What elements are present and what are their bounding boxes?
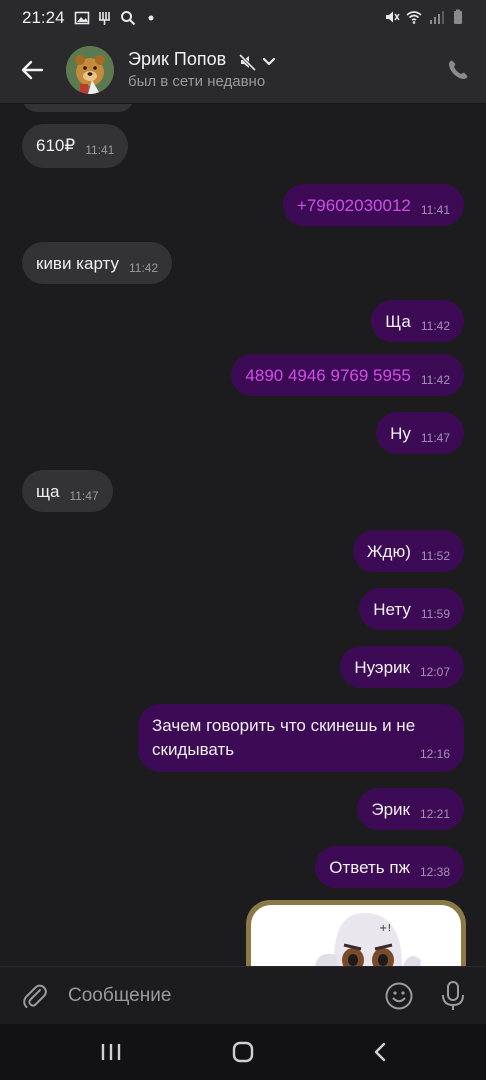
search-icon xyxy=(121,11,136,26)
microphone-icon[interactable] xyxy=(440,980,466,1012)
contact-status: был в сети недавно xyxy=(128,73,266,90)
message-time: 11:52 xyxy=(420,549,450,563)
message-text: Эрик xyxy=(371,800,410,819)
message-text: Ждю) xyxy=(366,542,411,561)
emoji-icon[interactable] xyxy=(384,981,414,1011)
message-outgoing[interactable]: 4890 4946 9769 5955 11:42 xyxy=(231,354,464,396)
message-bubble-partial xyxy=(22,104,134,112)
message-outgoing[interactable]: Зачем говорить что скинешь и не скидыват… xyxy=(138,704,464,772)
status-time: 21:24 xyxy=(22,8,65,27)
avatar[interactable] xyxy=(66,46,114,94)
message-phone-link[interactable]: 4890 4946 9769 5955 xyxy=(245,366,410,385)
message-time: 11:59 xyxy=(420,607,450,621)
message-time: 11:42 xyxy=(129,261,159,275)
mute-icon xyxy=(386,11,400,23)
message-outgoing[interactable]: Ждю) 11:52 xyxy=(352,530,464,572)
svg-text:+!: +! xyxy=(379,923,391,934)
recent-apps-icon[interactable] xyxy=(96,1038,126,1066)
dot-icon xyxy=(148,15,154,21)
message-time: 12:21 xyxy=(419,807,450,821)
message-text: Ответь пж xyxy=(329,858,410,877)
battery-icon xyxy=(454,9,462,24)
wifi-icon xyxy=(406,11,422,24)
system-nav-bar xyxy=(0,1024,486,1080)
message-list[interactable]: 610₽ 11:41 +79602030012 11:41 киви карту 11… xyxy=(0,104,486,966)
message-input[interactable] xyxy=(68,981,358,1011)
message-outgoing[interactable]: Эрик 12:21 xyxy=(357,788,464,830)
home-icon[interactable] xyxy=(228,1038,258,1066)
message-incoming[interactable]: 610₽ 11:41 xyxy=(22,124,129,168)
contact-name[interactable]: Эрик Попов xyxy=(128,49,226,70)
message-composer xyxy=(0,966,486,1024)
message-outgoing[interactable]: Нету 11:59 xyxy=(359,588,464,630)
tuning-fork-icon xyxy=(99,12,110,25)
sticker-image: +! xyxy=(315,912,421,966)
phone-call-icon[interactable] xyxy=(446,58,470,82)
message-outgoing[interactable]: Ща 11:42 xyxy=(371,300,464,342)
screen: 21:24 Эрик Попов был в сети недавно 610₽… xyxy=(0,0,486,1080)
message-text: 610₽ xyxy=(36,136,76,155)
message-text: ща xyxy=(36,482,60,501)
message-time: 11:41 xyxy=(420,203,450,217)
message-text: Зачем говорить что скинешь и не скидыват… xyxy=(152,716,416,759)
message-text: Ну xyxy=(390,424,411,443)
message-text: Нету xyxy=(373,600,411,619)
avatar-bear-icon xyxy=(66,46,114,94)
paperclip-icon[interactable] xyxy=(20,981,48,1009)
message-outgoing[interactable]: Нуэрик 12:07 xyxy=(340,646,464,688)
muted-icon xyxy=(239,53,257,71)
chat-header: Эрик Попов был в сети недавно xyxy=(0,34,486,104)
message-incoming[interactable]: ща 11:47 xyxy=(22,470,113,512)
image-icon xyxy=(74,11,90,25)
message-time: 12:16 xyxy=(419,747,450,761)
signal-icon xyxy=(430,11,444,24)
message-text: Ща xyxy=(385,312,411,331)
status-bar: 21:24 xyxy=(0,0,486,34)
message-time: 11:47 xyxy=(420,431,450,445)
message-time: 11:42 xyxy=(420,373,450,387)
message-outgoing[interactable]: Ну 11:47 xyxy=(376,412,464,454)
chevron-down-icon[interactable] xyxy=(262,56,276,68)
message-phone-link[interactable]: +79602030012 xyxy=(297,196,411,215)
message-time: 12:07 xyxy=(419,665,450,679)
message-text: киви карту xyxy=(36,254,120,273)
message-outgoing[interactable]: Ответь пж 12:38 xyxy=(315,846,464,888)
nav-back-icon[interactable] xyxy=(366,1038,396,1066)
message-time: 11:47 xyxy=(69,489,99,503)
back-arrow-icon[interactable] xyxy=(18,56,46,84)
message-time: 11:42 xyxy=(420,319,450,333)
sticker-message[interactable]: +! xyxy=(246,900,466,966)
message-outgoing[interactable]: +79602030012 11:41 xyxy=(282,184,464,226)
message-time: 12:38 xyxy=(419,865,450,879)
message-text: Нуэрик xyxy=(354,658,410,677)
message-time: 11:41 xyxy=(85,143,115,157)
message-incoming[interactable]: киви карту 11:42 xyxy=(22,242,173,284)
